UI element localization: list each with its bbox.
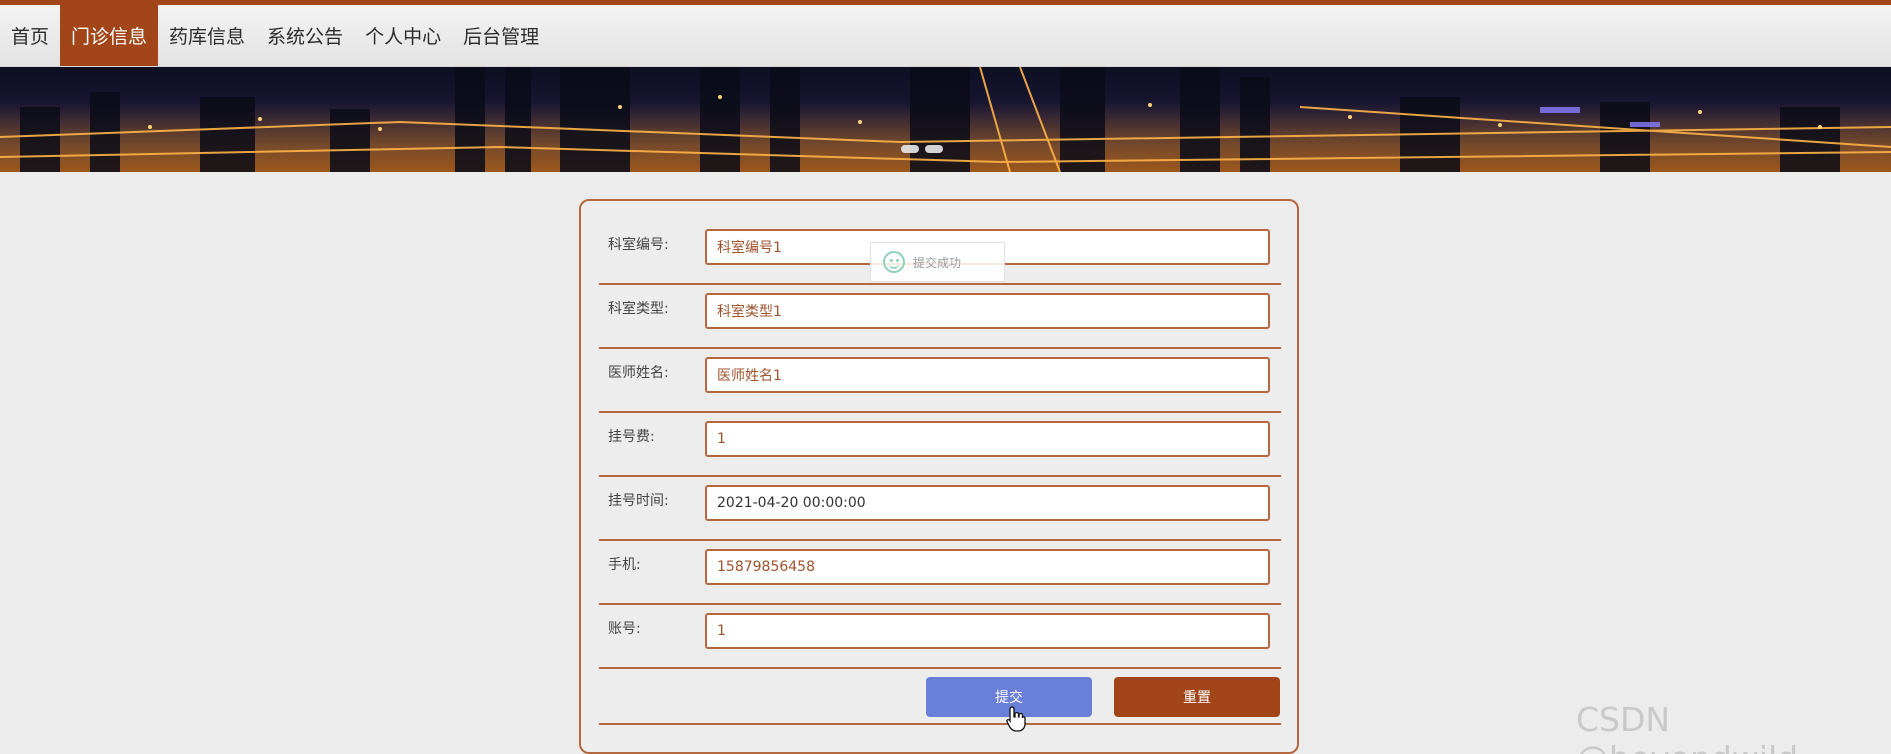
registration-form: 科室编号: 科室类型: 医师姓名: 挂号费: 挂号时间: 手机: 账号: 提交 … [579,199,1299,754]
carousel-dot-2[interactable] [925,145,943,153]
main-nav: 首页 门诊信息 药库信息 系统公告 个人中心 后台管理 [0,5,1891,67]
phone-label: 手机: [608,557,641,573]
nav-admin[interactable]: 后台管理 [452,5,550,66]
reset-button[interactable]: 重置 [1114,677,1280,717]
registration-time-label: 挂号时间: [608,493,669,509]
nav-home[interactable]: 首页 [0,5,60,66]
smile-icon [883,251,905,273]
watermark: CSDN @beyondwild [1576,700,1798,754]
toast-message: 提交成功 [913,255,962,270]
hand-cursor-icon [1006,706,1026,732]
account-input[interactable] [705,613,1270,649]
form-row-registration-time: 挂号时间: [599,477,1281,541]
registration-time-input[interactable] [705,485,1270,521]
account-label: 账号: [608,621,641,637]
form-row-account: 账号: [599,605,1281,669]
doctor-name-label: 医师姓名: [608,365,669,381]
banner-illustration [0,67,1891,172]
form-row-doctor-name: 医师姓名: [599,349,1281,413]
registration-fee-input[interactable] [705,421,1270,457]
registration-fee-label: 挂号费: [608,429,655,445]
carousel-indicators [901,145,943,153]
carousel-dot-1[interactable] [901,145,919,153]
city-night-banner [0,67,1891,172]
nav-clinic-info[interactable]: 门诊信息 [60,5,159,66]
success-toast: 提交成功 [870,242,1005,282]
phone-input[interactable] [705,549,1270,585]
form-row-department-type: 科室类型: [599,285,1281,349]
department-type-input[interactable] [705,293,1270,329]
nav-system-announcement[interactable]: 系统公告 [256,5,354,66]
department-type-label: 科室类型: [608,301,669,317]
form-row-phone: 手机: [599,541,1281,605]
form-row-registration-fee: 挂号费: [599,413,1281,477]
nav-pharmacy-info[interactable]: 药库信息 [158,5,256,66]
doctor-name-input[interactable] [705,357,1270,393]
form-actions: 提交 重置 [599,673,1281,725]
nav-personal-center[interactable]: 个人中心 [354,5,452,66]
department-id-label: 科室编号: [608,237,669,253]
